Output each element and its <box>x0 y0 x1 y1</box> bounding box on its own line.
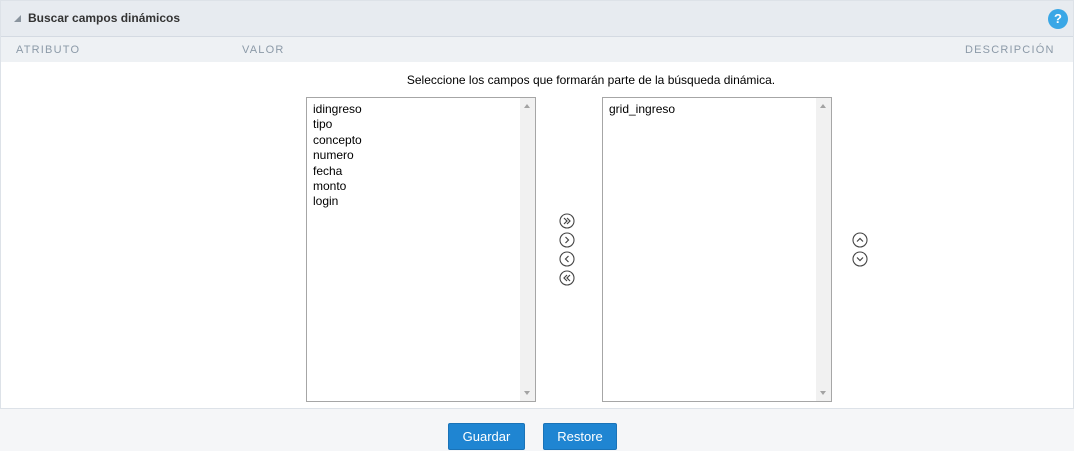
selected-fields-list: grid_ingreso <box>609 102 675 117</box>
move-down-button[interactable] <box>852 251 868 267</box>
instruction-text: Seleccione los campos que formarán parte… <box>406 73 776 87</box>
move-up-button[interactable] <box>852 232 868 248</box>
list-item[interactable]: idingreso <box>313 102 362 117</box>
chevron-left-circle-icon <box>559 251 575 267</box>
column-header-value: VALOR <box>242 44 285 56</box>
panel-header: Buscar campos dinámicos ? <box>1 1 1073 37</box>
restore-button[interactable]: Restore <box>543 423 617 450</box>
available-fields-listbox[interactable]: idingreso tipo concepto numero fecha mon… <box>306 97 536 402</box>
search-fields-panel: Buscar campos dinámicos ? ATRIBUTO VALOR… <box>0 0 1074 409</box>
list-item[interactable]: numero <box>313 148 362 163</box>
available-fields-scrollbar[interactable] <box>520 98 535 401</box>
save-button[interactable]: Guardar <box>448 423 525 450</box>
move-all-left-button[interactable] <box>559 270 575 286</box>
selected-fields-listbox[interactable]: grid_ingreso <box>602 97 832 402</box>
scroll-up-icon[interactable] <box>820 104 826 108</box>
move-all-right-button[interactable] <box>559 213 575 229</box>
double-chevron-right-circle-icon <box>559 213 575 229</box>
column-header-attribute: ATRIBUTO <box>16 44 81 56</box>
chevron-up-circle-icon <box>852 232 868 248</box>
scroll-up-icon[interactable] <box>524 104 530 108</box>
list-item[interactable]: tipo <box>313 117 362 132</box>
list-item[interactable]: monto <box>313 179 362 194</box>
column-header-row: ATRIBUTO VALOR DESCRIPCIÓN <box>1 37 1073 62</box>
scroll-down-icon[interactable] <box>820 391 826 395</box>
move-left-button[interactable] <box>559 251 575 267</box>
list-item[interactable]: login <box>313 194 362 209</box>
selected-fields-scrollbar[interactable] <box>816 98 831 401</box>
chevron-down-circle-icon <box>852 251 868 267</box>
move-right-button[interactable] <box>559 232 575 248</box>
collapse-icon[interactable] <box>14 15 21 22</box>
chevron-right-circle-icon <box>559 232 575 248</box>
scroll-down-icon[interactable] <box>524 391 530 395</box>
help-icon[interactable]: ? <box>1048 9 1068 29</box>
panel-title: Buscar campos dinámicos <box>28 11 181 25</box>
list-item[interactable]: concepto <box>313 133 362 148</box>
list-item[interactable]: grid_ingreso <box>609 102 675 117</box>
available-fields-list: idingreso tipo concepto numero fecha mon… <box>313 102 362 210</box>
column-header-description: DESCRIPCIÓN <box>965 44 1055 56</box>
double-chevron-left-circle-icon <box>559 270 575 286</box>
list-item[interactable]: fecha <box>313 164 362 179</box>
